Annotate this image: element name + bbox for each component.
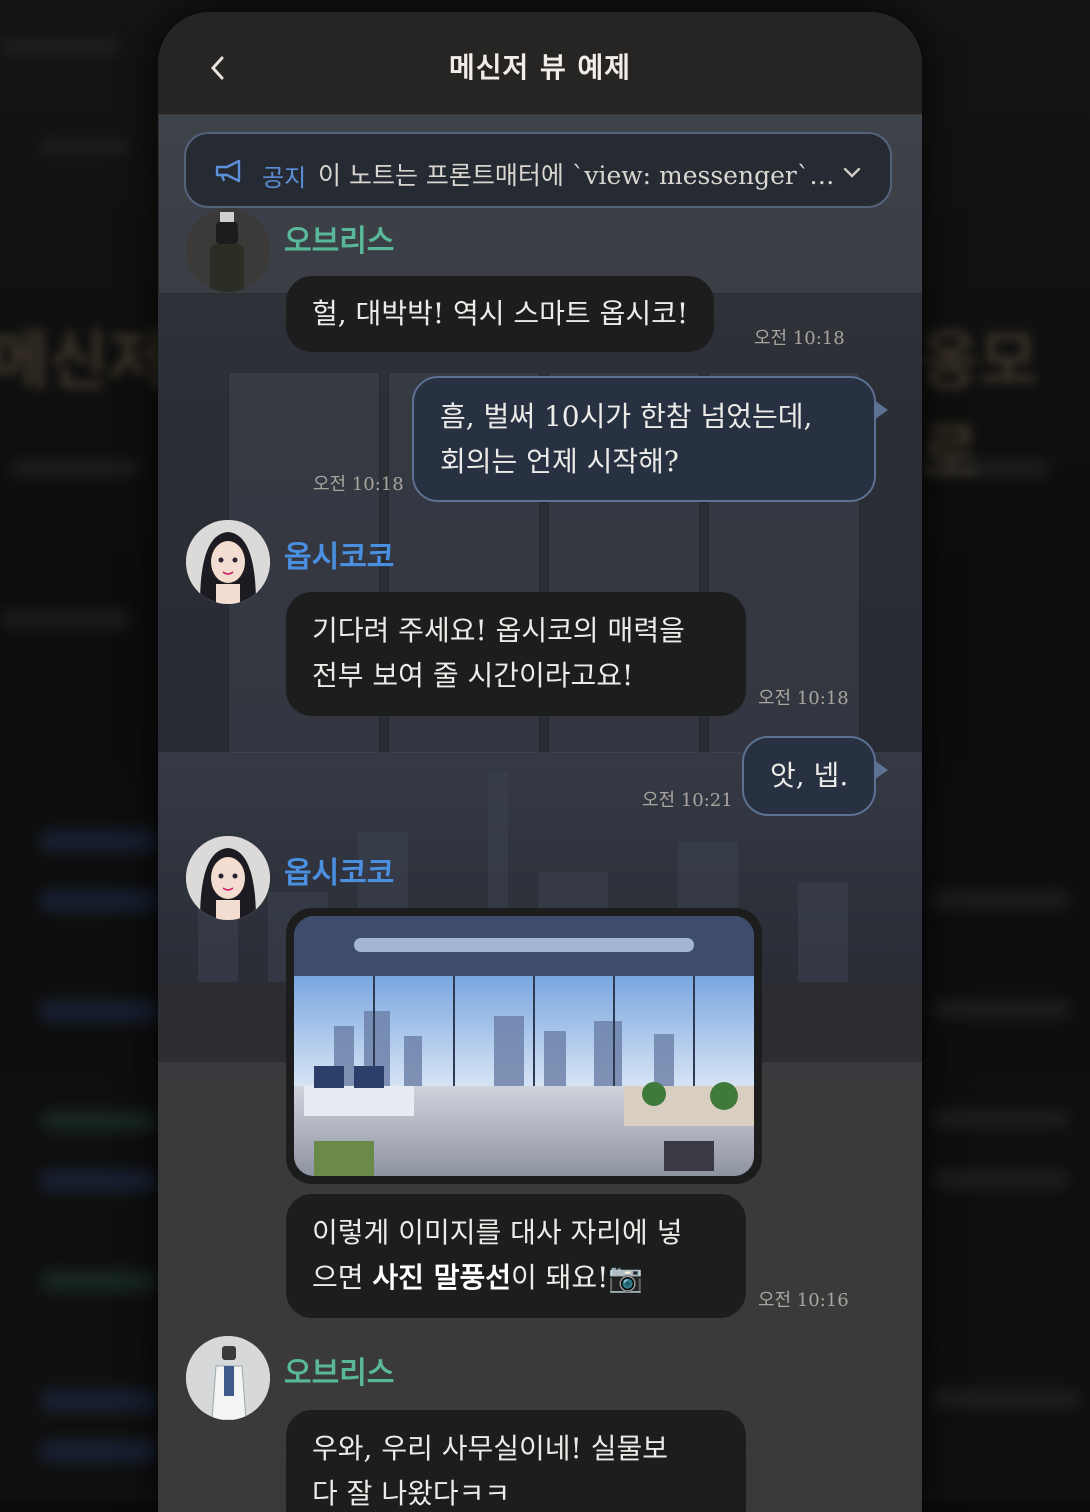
avatar-opsiko[interactable]: [186, 520, 270, 604]
message-time: 오전 10:18: [754, 328, 845, 349]
avatar-obris[interactable]: [186, 1336, 270, 1420]
avatar-obris[interactable]: [186, 208, 270, 292]
notice-text: 이 노트는 프론트매터에 `view: messenger`…: [318, 161, 835, 190]
outgoing-message-bubble: 흠, 벌써 10시가 한참 넘었는데, 회의는 언제 시작해?: [412, 376, 888, 502]
message-time: 오전 10:18: [758, 688, 849, 709]
message-time: 오전 10:18: [313, 474, 404, 495]
photo-bubble[interactable]: [286, 908, 762, 1184]
message-bubble: 우와, 우리 사무실이네! 실물보 다 잘 나왔다ㅋㅋ: [286, 1410, 746, 1512]
message-time: 오전 10:16: [758, 1290, 849, 1311]
messenger-phone-frame: 메신저 뷰 예제 공지 이 노트는 프론트매터에 `view: messenge…: [158, 12, 922, 1512]
chat-title: 메신저 뷰 예제: [448, 51, 632, 84]
megaphone-icon: [214, 158, 244, 184]
chevron-down-icon[interactable]: [840, 160, 864, 184]
background-blur-text: 메신저: [0, 324, 167, 399]
avatar-opsiko[interactable]: [186, 836, 270, 920]
notice-banner[interactable]: 공지 이 노트는 프론트매터에 `view: messenger`…: [184, 132, 892, 208]
message-bubble: 헐, 대박박! 역시 스마트 옵시코!: [286, 276, 715, 352]
sender-name: 옵시코코: [284, 540, 395, 575]
message-time: 오전 10:21: [642, 790, 733, 811]
message-bubble: 이렇게 이미지를 대사 자리에 넣 으면 사진 말풍선이 돼요!📷: [286, 1194, 746, 1318]
sender-name: 오브리스: [284, 224, 395, 259]
chat-header: 메신저 뷰 예제: [158, 12, 922, 115]
sender-name: 옵시코코: [284, 856, 395, 891]
outgoing-message-bubble: 앗, 넵.: [742, 736, 889, 816]
message-bubble: 기다려 주세요! 옵시코의 매력을 전부 보여 줄 시간이라고요!: [286, 592, 746, 716]
bold-text: 사진 말풍선: [372, 1261, 511, 1294]
notice-label: 공지: [262, 164, 307, 192]
sender-name: 오브리스: [284, 1356, 395, 1391]
office-photo[interactable]: [294, 916, 754, 1176]
